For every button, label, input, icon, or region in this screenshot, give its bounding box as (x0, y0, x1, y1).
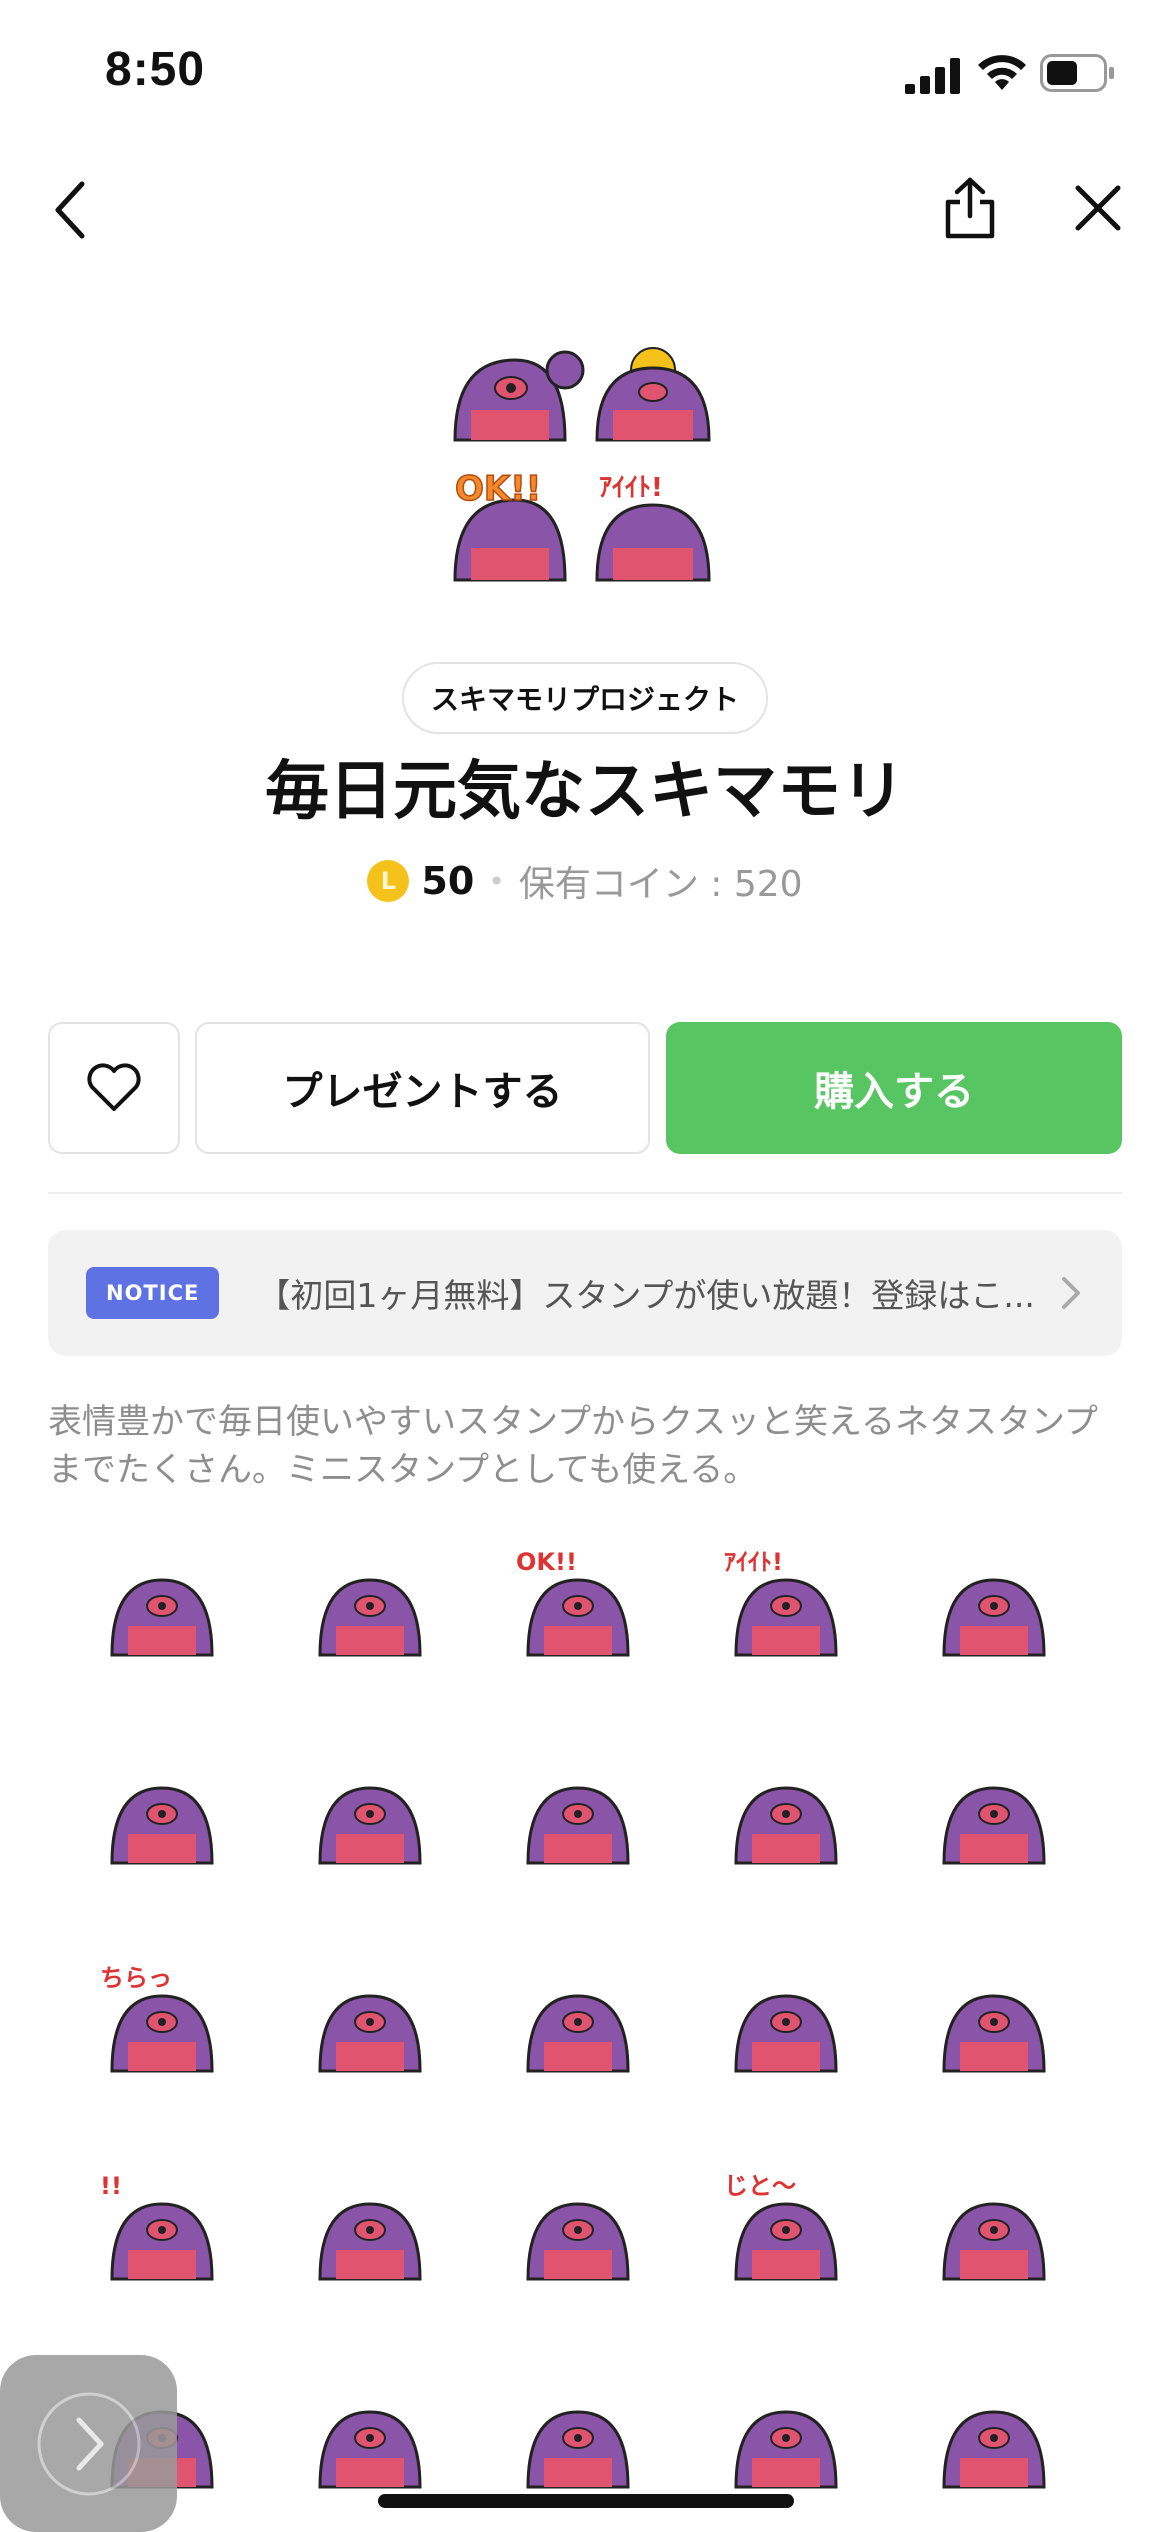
sticker-item[interactable]: ｱｲｲﾄ! (716, 1540, 856, 1680)
sticker-item[interactable] (300, 1956, 440, 2096)
coin-icon: L (367, 860, 410, 902)
divider (48, 1192, 1122, 1194)
share-button[interactable] (930, 168, 1010, 248)
battery-icon (1040, 54, 1114, 92)
sticker-item[interactable] (508, 1956, 648, 2096)
share-icon (945, 177, 995, 239)
status-bar: 8:50 (0, 0, 1170, 150)
author-chip[interactable]: スキマモリプロジェクト (402, 662, 768, 734)
sticker-item[interactable] (300, 1748, 440, 1888)
sticker-item[interactable] (716, 1956, 856, 2096)
gift-button[interactable]: プレゼントする (195, 1022, 650, 1154)
svg-text:OK!!: OK!! (455, 469, 541, 509)
sticker-item[interactable] (508, 1748, 648, 1888)
sticker-caption: ｱｲｲﾄ! (724, 1548, 783, 1576)
favorite-button[interactable] (48, 1022, 180, 1154)
floating-next-button[interactable] (0, 2355, 177, 2532)
sticker-caption: !! (100, 2172, 122, 2200)
sticker-preview-image: OK!! ｱｲｲﾄ! (453, 347, 711, 582)
notice-badge: NOTICE (86, 1267, 220, 1319)
owned-coins: 保有コイン : 520 (518, 864, 803, 905)
close-icon (1075, 185, 1121, 231)
sticker-item[interactable] (508, 2372, 648, 2512)
sticker-item[interactable] (924, 1956, 1064, 2096)
close-button[interactable] (1058, 168, 1138, 248)
separator-dot: • (488, 864, 505, 898)
chevron-right-icon (1062, 1277, 1080, 1309)
sticker-item[interactable]: じと〜 (716, 2164, 856, 2304)
notice-banner[interactable]: NOTICE 【初回1ヶ月無料】スタンプが使い放題！登録はこ... (48, 1230, 1122, 1356)
sticker-title: 毎日元気なスキマモリ (265, 755, 905, 829)
sticker-description: 表情豊かで毎日使いやすいスタンプからクスッと笑えるネタスタンプまでたくさん。ミニ… (48, 1402, 1098, 1490)
price-row: L 50 • 保有コイン : 520 (0, 855, 1170, 907)
svg-text:ｱｲｲﾄ!: ｱｲｲﾄ! (599, 473, 663, 503)
wifi-icon (978, 55, 1026, 90)
price-value: 50 (421, 859, 475, 903)
sticker-item[interactable] (716, 2372, 856, 2512)
sticker-item[interactable] (300, 1540, 440, 1680)
signal-icon (905, 58, 960, 94)
chevron-right-icon (37, 2392, 140, 2495)
sticker-item[interactable] (300, 2372, 440, 2512)
sticker-item[interactable] (300, 2164, 440, 2304)
sticker-item[interactable]: !! (92, 2164, 232, 2304)
sticker-item[interactable] (924, 2164, 1064, 2304)
sticker-item[interactable] (924, 1748, 1064, 1888)
sticker-item[interactable] (508, 2164, 648, 2304)
sticker-item[interactable] (924, 1540, 1064, 1680)
sticker-caption: じと〜 (724, 2172, 796, 2200)
home-indicator (378, 2494, 794, 2508)
sticker-caption: OK!! (516, 1548, 577, 1576)
back-button[interactable] (30, 170, 110, 250)
heart-icon (87, 1063, 141, 1111)
sticker-caption: ちらっ (100, 1964, 172, 1992)
sticker-item[interactable] (924, 2372, 1064, 2512)
status-time: 8:50 (105, 43, 206, 96)
sticker-item[interactable] (92, 1748, 232, 1888)
notice-text: 【初回1ヶ月無料】スタンプが使い放題！登録はこ... (257, 1276, 1035, 1315)
sticker-item[interactable]: OK!! (508, 1540, 648, 1680)
chevron-left-icon (55, 181, 85, 239)
sticker-item[interactable] (92, 1540, 232, 1680)
sticker-item[interactable]: ちらっ (92, 1956, 232, 2096)
buy-button[interactable]: 購入する (666, 1022, 1122, 1154)
sticker-item[interactable] (716, 1748, 856, 1888)
